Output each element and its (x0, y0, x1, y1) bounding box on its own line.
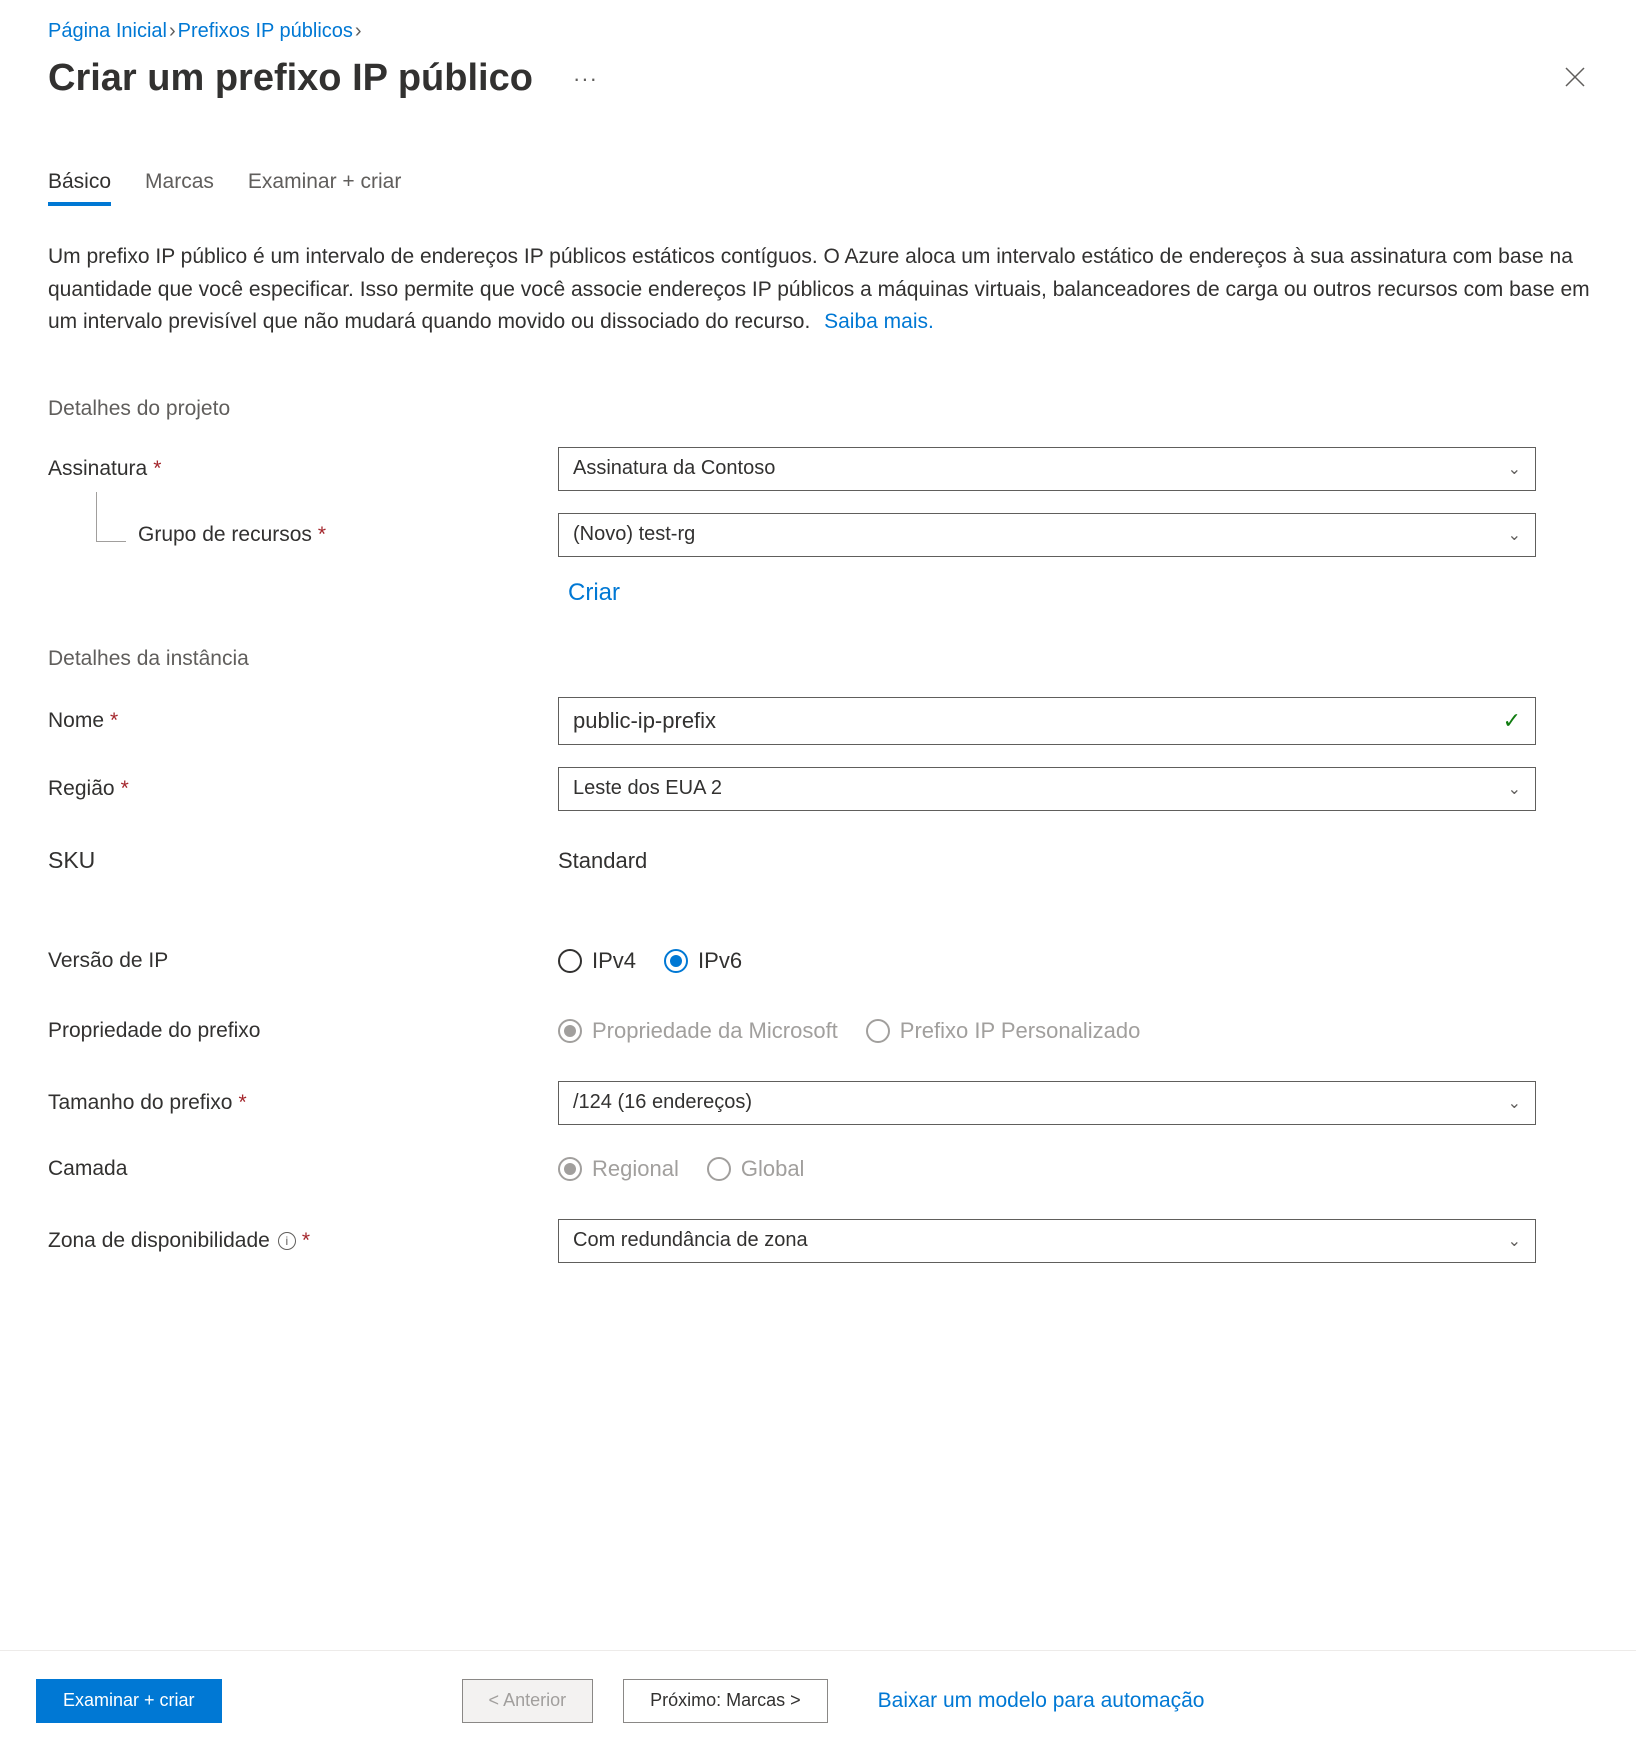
chevron-down-icon: ⌄ (1508, 525, 1521, 545)
radio-tier-regional: Regional (558, 1156, 679, 1182)
radio-icon (558, 949, 582, 973)
radio-ownership-microsoft: Propriedade da Microsoft (558, 1018, 838, 1044)
row-availability-zone: Zona de disponibilidade i * Com redundân… (48, 1219, 1596, 1263)
review-create-button[interactable]: Examinar + criar (36, 1679, 222, 1723)
previous-button: < Anterior (462, 1679, 594, 1723)
create-new-rg-link[interactable]: Criar (568, 579, 1596, 607)
close-icon (1564, 66, 1586, 88)
section-project-details: Detalhes do projeto (48, 397, 1596, 421)
radio-icon (664, 949, 688, 973)
label-tier: Camada (48, 1157, 558, 1181)
chevron-down-icon: ⌄ (1508, 1231, 1521, 1251)
label-region: Região* (48, 777, 558, 801)
row-name: Nome* public-ip-prefix ✓ (48, 697, 1596, 745)
name-input[interactable]: public-ip-prefix ✓ (558, 697, 1536, 745)
row-tier: Camada Regional Global (48, 1149, 1596, 1189)
subscription-select[interactable]: Assinatura da Contoso ⌄ (558, 447, 1536, 491)
prefix-size-select[interactable]: /124 (16 endereços) ⌄ (558, 1081, 1536, 1125)
label-ip-version: Versão de IP (48, 949, 558, 973)
label-prefix-size: Tamanho do prefixo* (48, 1091, 558, 1115)
chevron-right-icon: › (169, 20, 176, 43)
radio-ipv6[interactable]: IPv6 (664, 948, 742, 974)
radio-icon (558, 1019, 582, 1043)
description-text: Um prefixo IP público é um intervalo de … (48, 241, 1596, 339)
download-template-link[interactable]: Baixar um modelo para automação (878, 1689, 1205, 1713)
row-prefix-ownership: Propriedade do prefixo Propriedade da Mi… (48, 1011, 1596, 1051)
radio-tier-global: Global (707, 1156, 805, 1182)
row-ip-version: Versão de IP IPv4 IPv6 (48, 941, 1596, 981)
label-sku: SKU (48, 847, 558, 874)
tab-basic[interactable]: Básico (48, 170, 111, 206)
breadcrumb: Página Inicial › Prefixos IP públicos › (48, 20, 1596, 43)
learn-more-link[interactable]: Saiba mais. (824, 306, 934, 339)
chevron-down-icon: ⌄ (1508, 1093, 1521, 1113)
label-resource-group: Grupo de recursos* (48, 523, 558, 547)
radio-ipv4[interactable]: IPv4 (558, 948, 636, 974)
availability-zone-select[interactable]: Com redundância de zona ⌄ (558, 1219, 1536, 1263)
page-title: Criar um prefixo IP público (48, 57, 533, 100)
breadcrumb-home[interactable]: Página Inicial (48, 20, 167, 43)
breadcrumb-prefixes[interactable]: Prefixos IP públicos (178, 20, 353, 43)
row-sku: SKU Standard (48, 841, 1596, 881)
row-resource-group: Grupo de recursos* (Novo) test-rg ⌄ (48, 513, 1596, 557)
sku-value: Standard (558, 848, 647, 873)
label-prefix-ownership: Propriedade do prefixo (48, 1019, 558, 1043)
resource-group-select[interactable]: (Novo) test-rg ⌄ (558, 513, 1536, 557)
label-subscription: Assinatura* (48, 457, 558, 481)
chevron-down-icon: ⌄ (1508, 779, 1521, 799)
valid-check-icon: ✓ (1503, 708, 1521, 734)
tab-review[interactable]: Examinar + criar (248, 170, 401, 206)
tab-bar: Básico Marcas Examinar + criar (48, 170, 1596, 207)
close-button[interactable] (1554, 63, 1596, 95)
more-actions-button[interactable]: ··· (573, 66, 598, 92)
chevron-down-icon: ⌄ (1508, 459, 1521, 479)
radio-icon (558, 1157, 582, 1181)
row-region: Região* Leste dos EUA 2 ⌄ (48, 767, 1596, 811)
region-select[interactable]: Leste dos EUA 2 ⌄ (558, 767, 1536, 811)
radio-icon (707, 1157, 731, 1181)
label-name: Nome* (48, 709, 558, 733)
row-prefix-size: Tamanho do prefixo* /124 (16 endereços) … (48, 1081, 1596, 1125)
info-icon[interactable]: i (278, 1232, 296, 1250)
chevron-right-icon: › (355, 20, 362, 43)
tree-connector (96, 492, 126, 542)
radio-icon (866, 1019, 890, 1043)
titlebar: Criar um prefixo IP público ··· (48, 57, 1596, 100)
tab-tags[interactable]: Marcas (145, 170, 214, 206)
footer: Examinar + criar < Anterior Próximo: Mar… (0, 1650, 1636, 1750)
section-instance-details: Detalhes da instância (48, 647, 1596, 671)
radio-ownership-custom: Prefixo IP Personalizado (866, 1018, 1141, 1044)
row-subscription: Assinatura* Assinatura da Contoso ⌄ (48, 447, 1596, 491)
label-availability-zone: Zona de disponibilidade i * (48, 1229, 558, 1253)
next-button[interactable]: Próximo: Marcas > (623, 1679, 828, 1723)
